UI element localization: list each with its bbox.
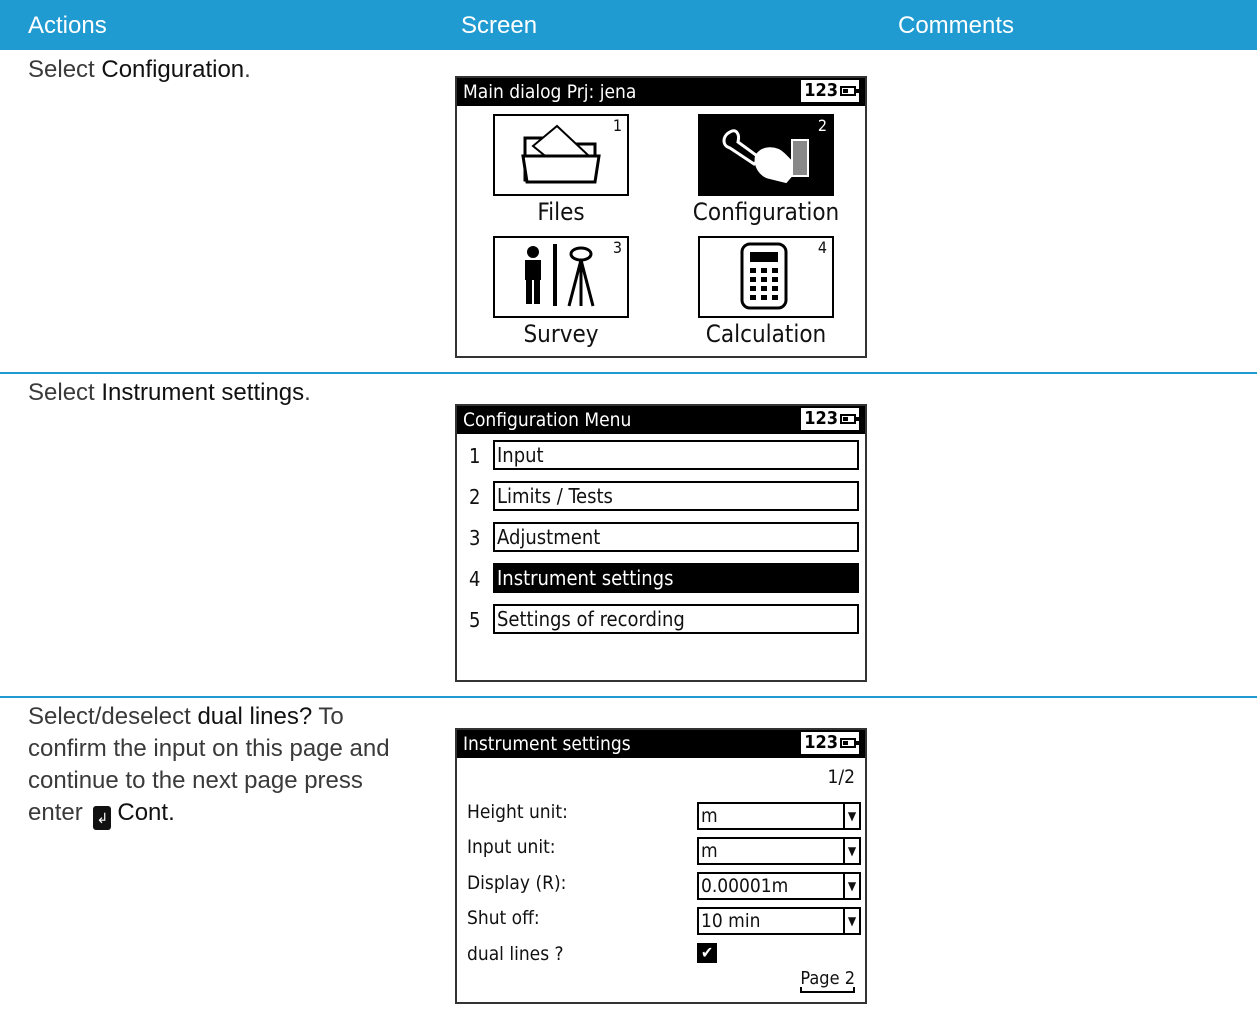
tile-calculation-label: Calculation <box>705 320 827 348</box>
row1-action-suffix: . <box>244 56 251 83</box>
input-mode-status: 123 <box>804 80 838 101</box>
tile-files[interactable]: 1 <box>493 114 629 196</box>
height-unit-value: m <box>701 805 718 827</box>
battery-icon <box>840 86 859 96</box>
menu-item-adjustment[interactable]: Adjustment <box>493 522 859 552</box>
row-divider <box>0 372 1257 374</box>
tile-configuration[interactable]: 2 <box>698 114 834 196</box>
screen1-title: Main dialog Prj: jena <box>463 81 637 103</box>
row2-action-bold: Instrument settings <box>101 379 305 406</box>
tile-files-label: Files <box>537 198 585 226</box>
menu-item-num: 2 <box>469 485 481 509</box>
row2-action-prefix: Select <box>28 379 102 406</box>
menu-item-num: 5 <box>469 608 481 632</box>
menu-item-num: 1 <box>469 444 481 468</box>
battery-icon <box>840 414 859 424</box>
screen2-titlebar: Configuration Menu 123 <box>457 406 865 434</box>
tile-survey-label: Survey <box>523 320 599 348</box>
display-resolution-label: Display (R): <box>467 872 567 894</box>
row2-action-suffix: . <box>304 379 311 406</box>
display-resolution-value: 0.00001m <box>701 875 789 897</box>
surveyor-tripod-icon <box>525 244 595 307</box>
row3-action: Select/deselect dual lines? To confirm t… <box>28 701 408 830</box>
status-indicator: 123 <box>801 408 859 430</box>
tile-configuration-num: 2 <box>817 116 827 135</box>
status-indicator: 123 <box>801 80 859 102</box>
header-actions: Actions <box>28 12 107 39</box>
dual-lines-label: dual lines ? <box>467 943 564 965</box>
row3-action-prefix: Select/deselect <box>28 703 198 730</box>
instrument-settings-screen: Instrument settings 123 1/2 Height unit:… <box>455 728 867 1004</box>
enter-key-icon: ↲ <box>93 806 112 830</box>
header-comments: Comments <box>898 12 1015 39</box>
dual-lines-checkbox[interactable]: ✔ <box>697 943 717 963</box>
input-unit-dropdown[interactable]: m ▼ <box>697 837 861 865</box>
wrench-hand-icon <box>722 129 809 184</box>
tile-survey-num: 3 <box>612 238 622 257</box>
menu-item-settings-of-recording[interactable]: Settings of recording <box>493 604 859 634</box>
page-indicator: 1/2 <box>827 766 855 788</box>
row2-action: Select Instrument settings. <box>28 377 408 409</box>
page-2-softkey-label: Page 2 <box>800 968 855 989</box>
height-unit-dropdown[interactable]: m ▼ <box>697 802 861 830</box>
row3-action-bold: dual lines? <box>197 703 313 730</box>
row1-action: Select Configuration. <box>28 54 408 86</box>
dropdown-arrow-icon: ▼ <box>843 874 859 898</box>
menu-item-num: 3 <box>469 526 481 550</box>
input-unit-value: m <box>701 840 718 862</box>
row3-action-cont: Cont. <box>117 799 175 826</box>
header-screen: Screen <box>461 12 538 39</box>
screen1-titlebar: Main dialog Prj: jena 123 <box>457 78 865 106</box>
page-2-softkey[interactable]: Page 2 <box>800 968 855 993</box>
battery-icon <box>840 738 859 748</box>
checkmark-icon: ✔ <box>700 943 714 962</box>
dropdown-arrow-icon: ▼ <box>843 804 859 828</box>
dropdown-arrow-icon: ▼ <box>843 839 859 863</box>
shut-off-value: 10 min <box>701 910 761 932</box>
screen2-title: Configuration Menu <box>463 409 632 431</box>
status-indicator: 123 <box>801 732 859 754</box>
input-unit-label: Input unit: <box>467 836 556 858</box>
menu-item-num: 4 <box>469 567 481 591</box>
table-header: Actions Screen Comments <box>0 0 1257 50</box>
tile-files-num: 1 <box>612 116 622 135</box>
menu-item-limits-tests[interactable]: Limits / Tests <box>493 481 859 511</box>
tile-calculation[interactable]: 4 <box>698 236 834 318</box>
height-unit-label: Height unit: <box>467 801 568 823</box>
folder-icon <box>521 124 601 184</box>
main-dialog-screen: Main dialog Prj: jena 123 1 Files 2 Conf… <box>455 76 867 358</box>
input-mode-status: 123 <box>804 732 838 753</box>
dropdown-arrow-icon: ▼ <box>843 909 859 933</box>
menu-item-input[interactable]: Input <box>493 440 859 470</box>
tile-calculation-num: 4 <box>817 238 827 257</box>
tile-configuration-label: Configuration <box>692 198 840 226</box>
display-resolution-dropdown[interactable]: 0.00001m ▼ <box>697 872 861 900</box>
menu-item-instrument-settings[interactable]: Instrument settings <box>493 563 859 593</box>
row1-action-bold: Configuration <box>101 56 245 83</box>
tile-survey[interactable]: 3 <box>493 236 629 318</box>
row1-action-prefix: Select <box>28 56 102 83</box>
configuration-menu-screen: Configuration Menu 123 1 Input 2 Limits … <box>455 404 867 682</box>
shut-off-dropdown[interactable]: 10 min ▼ <box>697 907 861 935</box>
screen3-title: Instrument settings <box>463 733 631 755</box>
calculator-icon <box>740 242 788 310</box>
row-divider <box>0 696 1257 698</box>
shut-off-label: Shut off: <box>467 907 540 929</box>
input-mode-status: 123 <box>804 408 838 429</box>
screen3-titlebar: Instrument settings 123 <box>457 730 865 758</box>
